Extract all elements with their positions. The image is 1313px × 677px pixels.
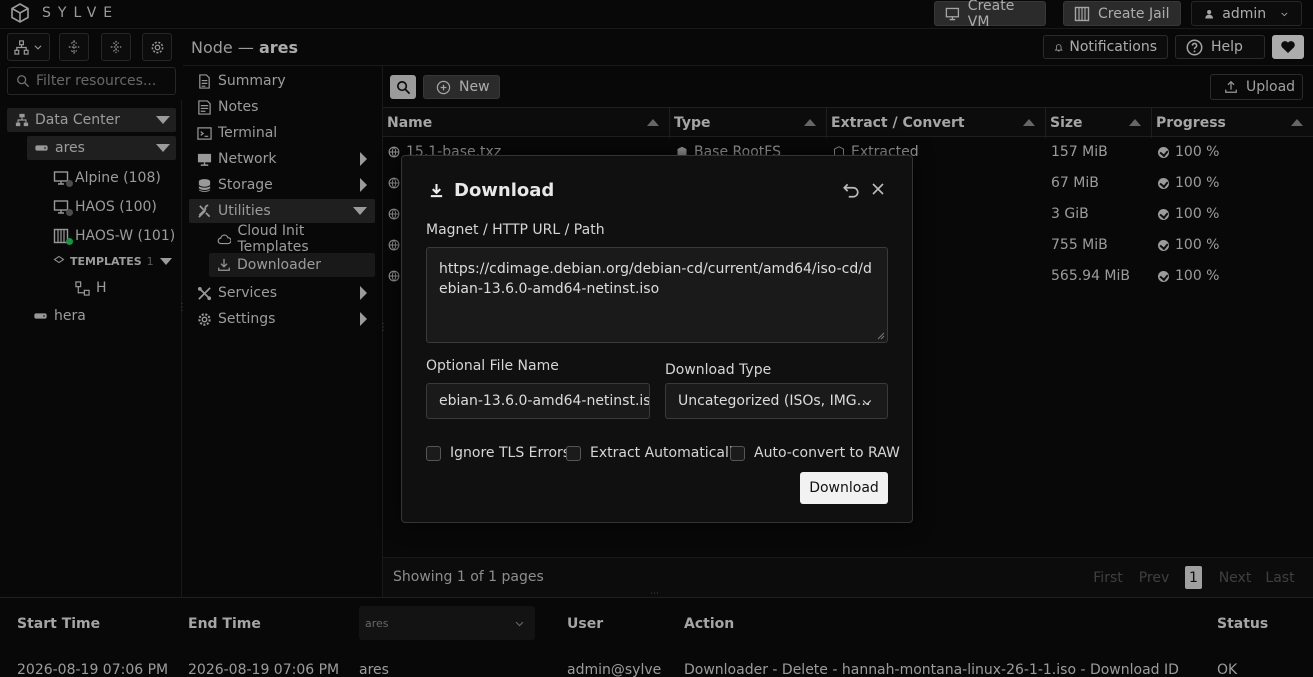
- download-type-select[interactable]: Uncategorized (ISOs, IMG…: [665, 383, 888, 419]
- chevron-down-icon: [862, 400, 872, 406]
- option-extract-auto[interactable]: Extract Automatically: [566, 445, 741, 461]
- checkbox[interactable]: [426, 445, 441, 461]
- option-label: Ignore TLS Errors: [450, 445, 571, 461]
- dialog-title-label: Download: [454, 180, 555, 201]
- download-type-label: Download Type: [665, 362, 772, 378]
- filename-label: Optional File Name: [426, 358, 559, 374]
- checkbox[interactable]: [730, 445, 745, 461]
- option-ignore-tls[interactable]: Ignore TLS Errors: [426, 445, 570, 461]
- download-icon: [430, 183, 443, 198]
- url-value: https://cdimage.debian.org/debian-cd/cur…: [439, 261, 872, 297]
- filename-input[interactable]: ebian-13.6.0-amd64-netinst.iso: [426, 383, 650, 419]
- url-textarea[interactable]: https://cdimage.debian.org/debian-cd/cur…: [426, 247, 888, 343]
- filename-value: ebian-13.6.0-amd64-netinst.iso: [439, 393, 650, 409]
- reset-icon[interactable]: [842, 181, 860, 199]
- url-label: Magnet / HTTP URL / Path: [426, 222, 605, 238]
- download-type-value: Uncategorized (ISOs, IMG…: [678, 393, 871, 409]
- resize-grip-icon[interactable]: [877, 332, 885, 340]
- option-label: Extract Automatically: [590, 445, 742, 461]
- option-convert-raw[interactable]: Auto-convert to RAW: [730, 445, 900, 461]
- download-submit-button[interactable]: Download: [800, 472, 888, 504]
- download-dialog: Download Magnet / HTTP URL / Path https:…: [401, 155, 913, 523]
- option-label: Auto-convert to RAW: [754, 445, 900, 461]
- close-icon[interactable]: [870, 181, 886, 197]
- dialog-title: Download: [429, 180, 554, 201]
- checkbox[interactable]: [566, 445, 581, 461]
